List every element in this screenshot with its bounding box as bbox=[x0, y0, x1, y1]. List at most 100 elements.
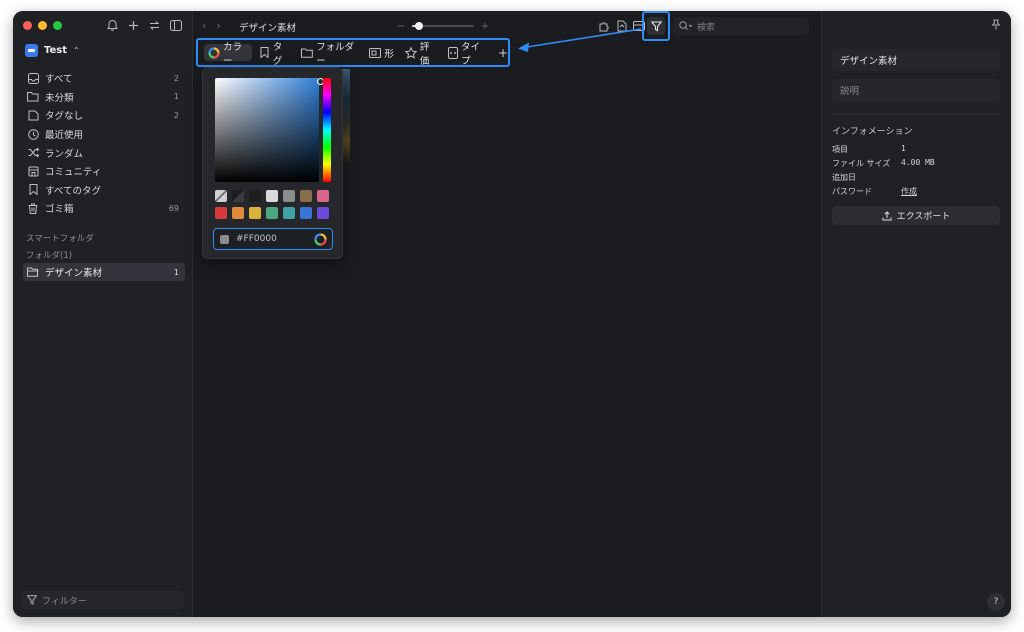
file-type-icon bbox=[447, 46, 458, 59]
info-key: 追加日 bbox=[832, 173, 856, 182]
sidebar-item-label: 最近使用 bbox=[45, 130, 84, 142]
sidebar-item-label: ゴミ箱 bbox=[45, 204, 74, 216]
info-value: 4.00 MB bbox=[901, 158, 935, 167]
export-button[interactable]: エクスポート bbox=[832, 206, 1000, 225]
inbox-icon bbox=[27, 72, 39, 84]
sidebar-filter-input[interactable]: フィルター bbox=[21, 591, 184, 609]
close-window-button[interactable] bbox=[23, 21, 32, 30]
bell-icon[interactable] bbox=[106, 17, 119, 33]
filter-chip-tag[interactable]: タグ bbox=[255, 42, 294, 67]
filter-chip-type[interactable]: タイプ bbox=[443, 42, 491, 67]
filter-chip-label: タグ bbox=[272, 41, 283, 67]
color-wheel-icon[interactable] bbox=[314, 233, 327, 246]
filter-chip-label: タイプ bbox=[460, 41, 480, 67]
color-swatch[interactable] bbox=[266, 207, 278, 219]
color-swatch[interactable] bbox=[300, 190, 312, 202]
hex-input[interactable]: #FF0000 bbox=[213, 228, 333, 250]
zoom-in-icon[interactable]: + bbox=[480, 21, 490, 32]
library-name: Test bbox=[44, 45, 68, 56]
add-filter-button[interactable]: + bbox=[498, 46, 508, 60]
zoom-slider[interactable]: − + bbox=[396, 20, 490, 32]
color-swatch[interactable] bbox=[317, 207, 329, 219]
plus-icon[interactable] bbox=[127, 17, 140, 33]
folder-question-icon bbox=[27, 91, 39, 103]
bookmark-icon bbox=[27, 184, 39, 196]
color-swatch[interactable] bbox=[283, 207, 295, 219]
forward-icon[interactable]: › bbox=[216, 19, 220, 32]
funnel-icon bbox=[27, 595, 37, 605]
zoom-out-icon[interactable]: − bbox=[396, 21, 406, 32]
zoom-window-button[interactable] bbox=[53, 21, 62, 30]
sidebar-toggle-icon[interactable] bbox=[169, 17, 182, 33]
info-value: 1 bbox=[901, 144, 906, 153]
sidebar-item-all[interactable]: すべて 2 bbox=[23, 69, 184, 88]
color-swatch[interactable] bbox=[317, 190, 329, 202]
color-swatch[interactable] bbox=[283, 190, 295, 202]
color-picker-popover: #FF0000 bbox=[202, 67, 343, 259]
bookmark-icon bbox=[259, 47, 270, 59]
folder-count: 1 bbox=[173, 267, 179, 277]
library-switcher[interactable]: Test ⌃ bbox=[25, 44, 80, 57]
asset-thumbnail[interactable] bbox=[342, 69, 350, 165]
color-wheel-icon bbox=[208, 46, 220, 59]
puzzle-icon[interactable] bbox=[598, 19, 612, 33]
zoom-knob[interactable] bbox=[415, 22, 424, 30]
sidebar-item-community[interactable]: コミュニティ bbox=[23, 162, 184, 181]
color-swatch[interactable] bbox=[249, 190, 261, 202]
info-heading: インフォメーション bbox=[832, 127, 913, 137]
upload-icon bbox=[882, 210, 892, 220]
sidebar-item-uncategorized[interactable]: 未分類 1 bbox=[23, 88, 184, 107]
zoom-track[interactable] bbox=[412, 22, 474, 30]
sidebar-item-random[interactable]: ランダム bbox=[23, 143, 184, 162]
folder-heading[interactable]: フォルダ(1) bbox=[26, 249, 72, 261]
divider bbox=[832, 114, 1001, 115]
filter-chip-folder[interactable]: フォルダー bbox=[297, 42, 362, 67]
sidebar-item-trash[interactable]: ゴミ箱 69 bbox=[23, 199, 184, 218]
filter-chip-label: フォルダー bbox=[316, 41, 355, 67]
toolbar-icons bbox=[598, 19, 646, 33]
color-swatch[interactable] bbox=[300, 207, 312, 219]
filter-chip-shape[interactable]: 形 bbox=[365, 44, 398, 61]
extension-icon[interactable] bbox=[615, 19, 629, 33]
sidebar-nav: すべて 2 未分類 1 タグなし 2 最近使用 ランダム コミュニティ すべての… bbox=[23, 69, 184, 218]
sidebar-item-all-tags[interactable]: すべてのタグ bbox=[23, 181, 184, 200]
breadcrumb: デザイン素材 bbox=[239, 23, 297, 34]
create-password-link[interactable]: 作成 bbox=[901, 186, 917, 197]
search-input[interactable]: 検索 bbox=[673, 17, 809, 35]
filter-chip-color[interactable]: カラー bbox=[204, 42, 252, 67]
filter-toggle-button[interactable] bbox=[642, 11, 670, 41]
back-icon[interactable]: ‹ bbox=[202, 19, 206, 32]
folder-icon bbox=[301, 47, 313, 59]
color-swatch[interactable] bbox=[232, 207, 244, 219]
color-swatch[interactable] bbox=[249, 207, 261, 219]
sidebar-item-count: 1 bbox=[173, 92, 179, 102]
help-button[interactable]: ? bbox=[987, 593, 1005, 611]
color-swatch[interactable] bbox=[215, 190, 227, 202]
saturation-value-area[interactable] bbox=[215, 78, 319, 182]
color-swatch[interactable] bbox=[266, 190, 278, 202]
info-row-added: 追加日 bbox=[832, 172, 901, 183]
color-swatch[interactable] bbox=[232, 190, 244, 202]
filter-bar: カラー タグ フォルダー 形 評価 タイプ + bbox=[196, 38, 510, 67]
funnel-icon bbox=[647, 17, 665, 35]
filter-chip-rating[interactable]: 評価 bbox=[401, 42, 440, 67]
sidebar-item-recent[interactable]: 最近使用 bbox=[23, 125, 184, 144]
color-swatches bbox=[215, 190, 329, 219]
sidebar-item-count: 69 bbox=[168, 203, 179, 213]
color-swatch[interactable] bbox=[215, 207, 227, 219]
sidebar-item-untagged[interactable]: タグなし 2 bbox=[23, 106, 184, 125]
smart-folder-heading[interactable]: スマートフォルダ bbox=[26, 232, 94, 244]
search-placeholder: 検索 bbox=[697, 22, 716, 33]
sidebar-item-label: タグなし bbox=[45, 111, 84, 123]
hue-slider[interactable] bbox=[323, 78, 331, 182]
pin-icon[interactable] bbox=[991, 19, 1001, 33]
swap-icon[interactable] bbox=[148, 17, 161, 33]
folder-name-field[interactable]: デザイン素材 bbox=[832, 49, 1000, 71]
inspector-panel: デザイン素材 説明 インフォメーション 項目 1 ファイル サイズ 4.00 M… bbox=[821, 11, 1011, 617]
sidebar-folder-design[interactable]: デザイン素材 1 bbox=[23, 263, 185, 281]
minimize-window-button[interactable] bbox=[38, 21, 47, 30]
description-field[interactable]: 説明 bbox=[832, 79, 1000, 101]
toolbar: ‹ › デザイン素材 − + 検索 bbox=[194, 11, 820, 41]
library-icon bbox=[25, 44, 38, 57]
filter-placeholder: フィルター bbox=[42, 596, 87, 607]
